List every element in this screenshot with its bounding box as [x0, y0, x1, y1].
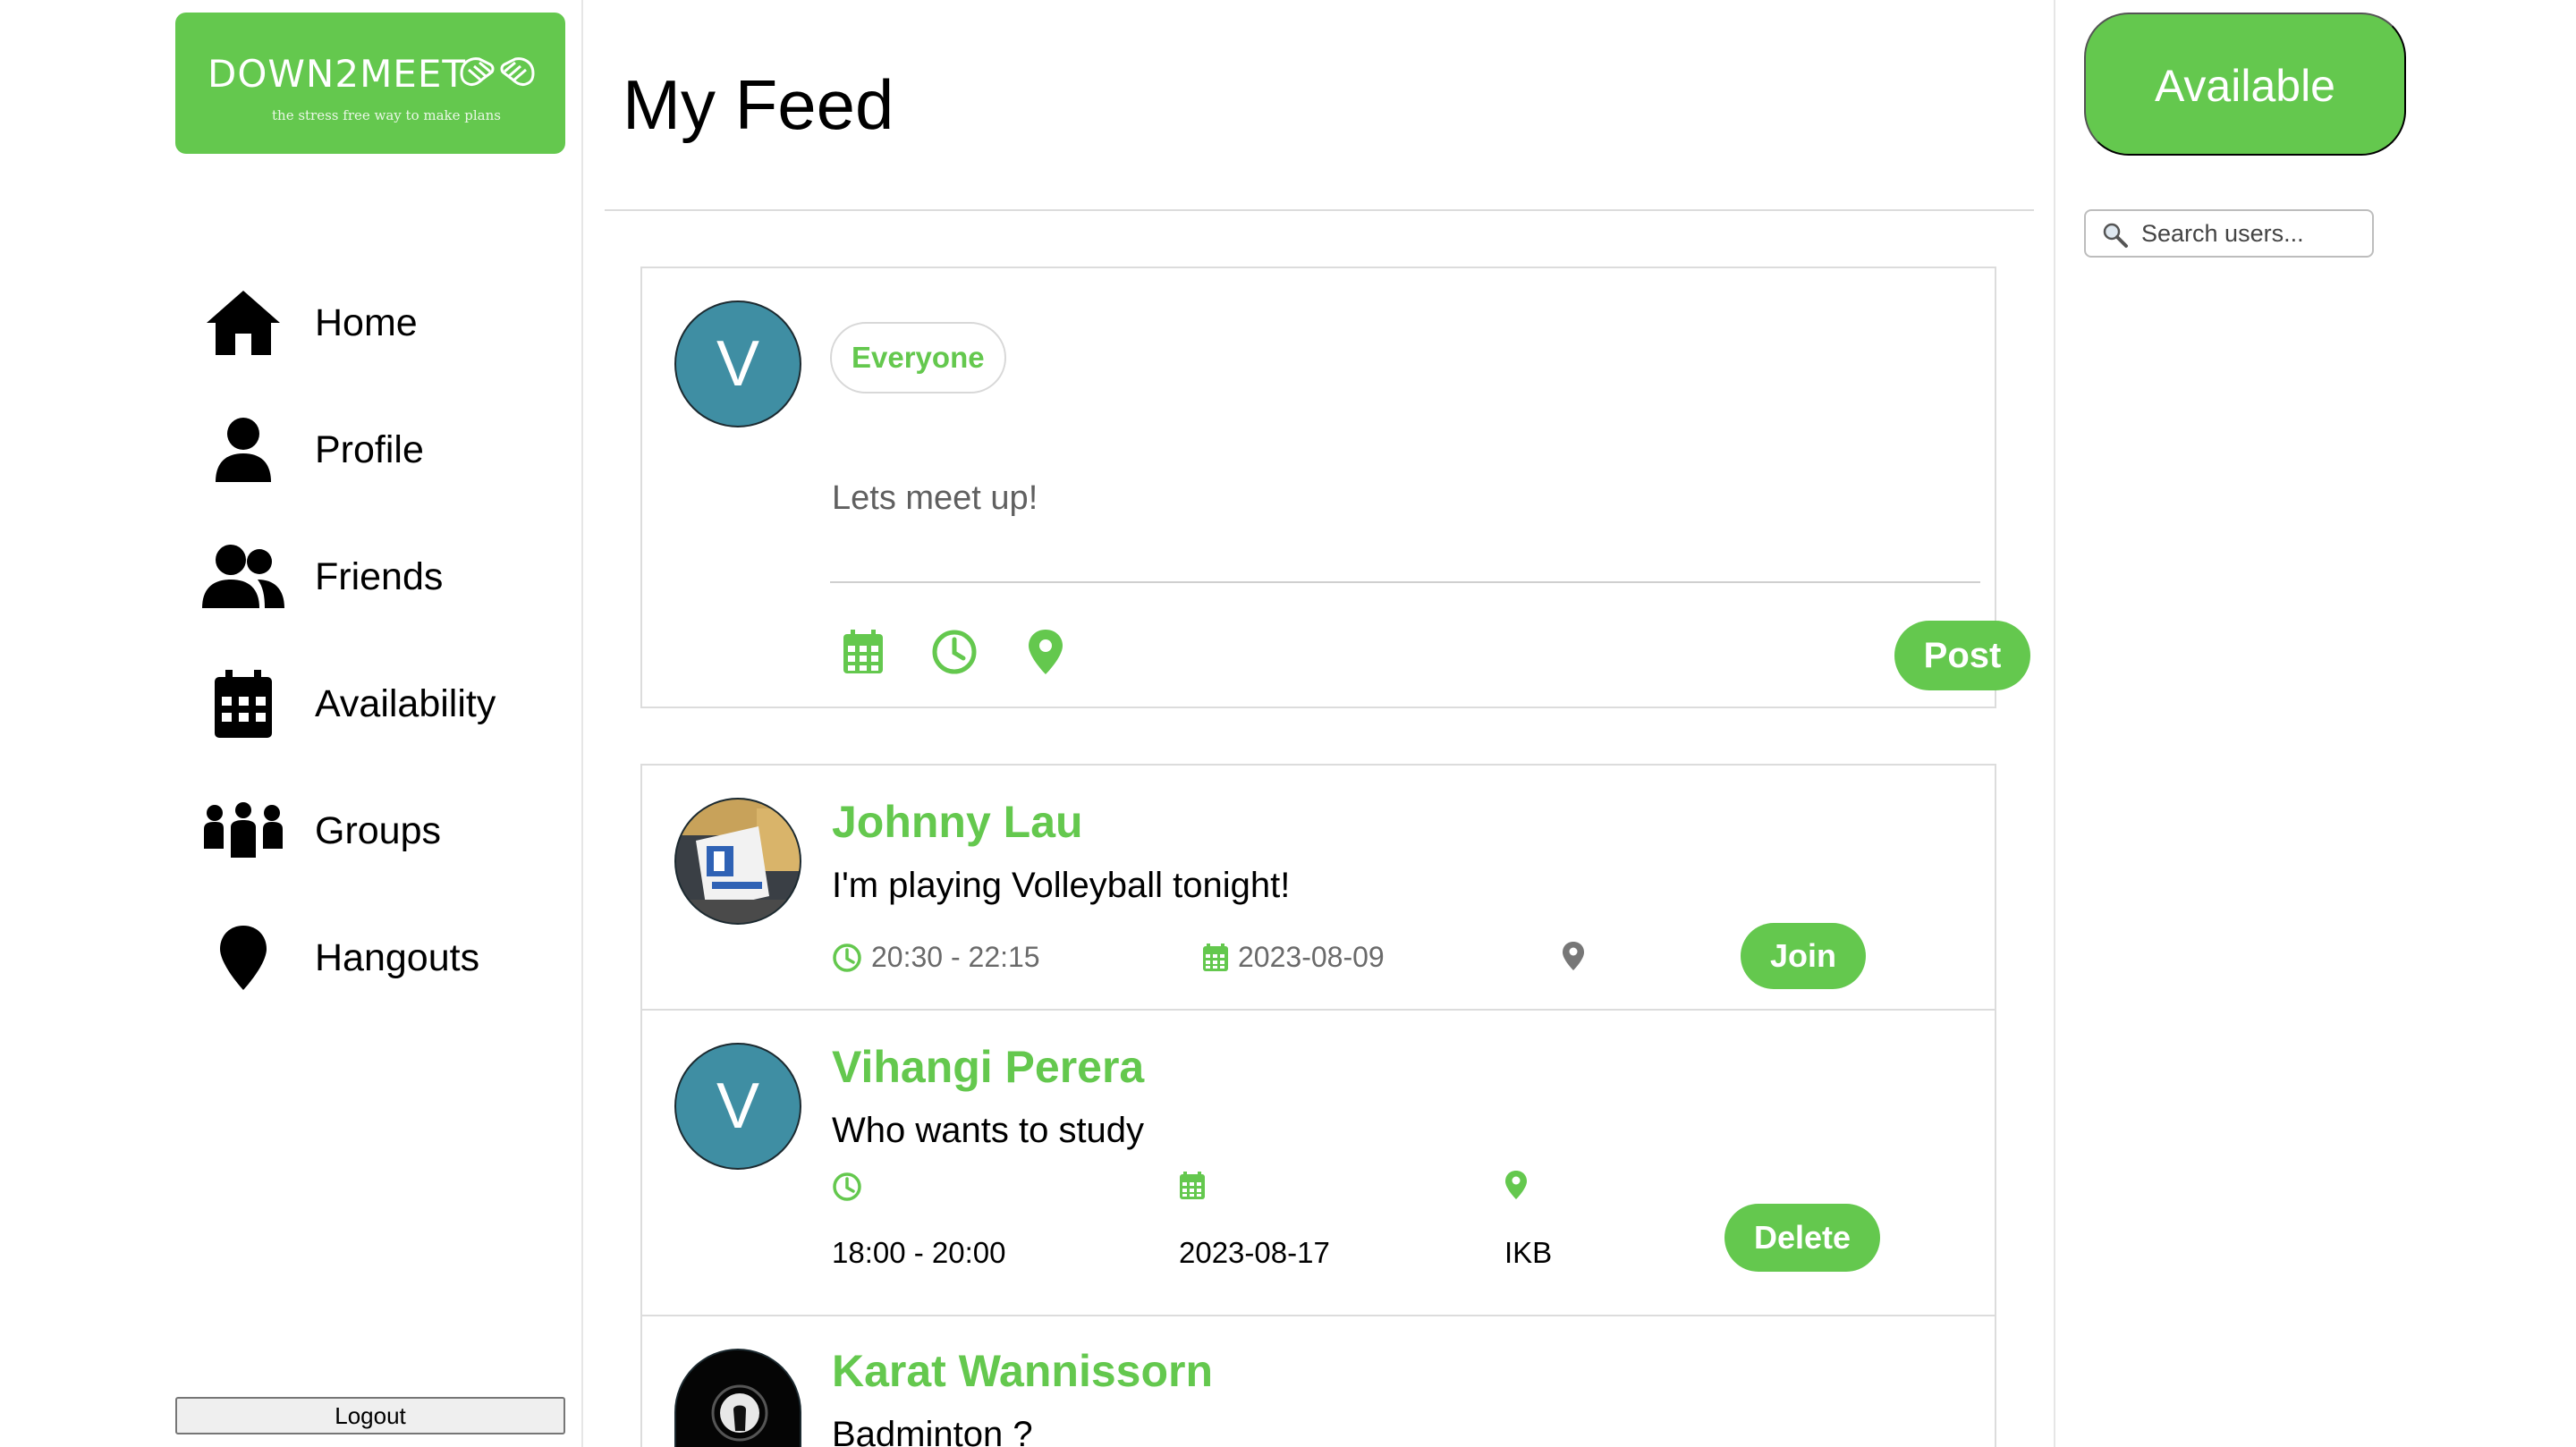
avatar [674, 798, 801, 925]
post-date-value: 2023-08-09 [1238, 941, 1385, 973]
nav-label-hangouts: Hangouts [315, 935, 480, 979]
post-text: I'm playing Volleyball tonight! [832, 866, 1291, 905]
location-pin-icon[interactable] [1020, 626, 1072, 678]
post-card: V Vihangi Perera Who wants to study 18:0… [640, 1009, 1996, 1316]
clock-icon[interactable] [928, 626, 980, 678]
post-card: Johnny Lau I'm playing Volleyball tonigh… [640, 764, 1996, 1011]
post-location [1562, 941, 1594, 971]
nav-item-availability[interactable]: Availability [197, 664, 555, 744]
audience-selector[interactable]: Everyone [830, 322, 1006, 393]
post-composer: V Everyone Post [640, 267, 2030, 708]
join-button[interactable]: Join [1741, 923, 1866, 989]
post-text-input[interactable] [832, 467, 1977, 529]
post-time: 20:30 - 22:15 [832, 941, 1040, 974]
location-pin-icon [1563, 942, 1584, 970]
user-icon [197, 410, 290, 490]
logout-button[interactable]: Logout [175, 1397, 565, 1434]
post-location-value: IKB [1504, 1236, 1553, 1269]
delete-button[interactable]: Delete [1724, 1204, 1880, 1272]
nav-label-availability: Availability [315, 681, 496, 725]
post-time-value: 18:00 - 20:00 [832, 1236, 1006, 1269]
page-title: My Feed [623, 65, 894, 144]
post-author[interactable]: Vihangi Perera [832, 1041, 1144, 1093]
nav-item-friends[interactable]: Friends [197, 537, 555, 617]
avatar: V [674, 300, 801, 427]
nav-item-hangouts[interactable]: Hangouts [197, 918, 555, 998]
brand-name: DOWN2MEET [208, 52, 467, 96]
feed-panel: My Feed V Everyone Post [585, 0, 2052, 1447]
clock-icon [833, 943, 861, 972]
nav-item-home[interactable]: Home [197, 283, 555, 363]
post-date-value: 2023-08-17 [1179, 1236, 1330, 1269]
calendar-icon [1179, 1172, 1206, 1205]
home-icon [197, 283, 290, 363]
nav-label-home: Home [315, 300, 418, 344]
post-time-value: 20:30 - 22:15 [871, 941, 1040, 973]
nav-item-profile[interactable]: Profile [197, 410, 555, 490]
friends-icon [197, 537, 290, 617]
nav-label-friends: Friends [315, 554, 444, 598]
right-panel: Available [2054, 0, 2576, 1447]
nav-label-profile: Profile [315, 427, 424, 471]
brand-logo[interactable]: DOWN2MEET the stress free way to make pl… [175, 13, 565, 154]
groups-icon [197, 791, 290, 871]
post-author[interactable]: Karat Wannissorn [832, 1345, 1213, 1397]
calendar-icon [197, 664, 290, 744]
post-text: Badminton ? [832, 1415, 1033, 1447]
divider [605, 209, 2034, 211]
nav-item-groups[interactable]: Groups [197, 791, 555, 871]
sidebar: DOWN2MEET the stress free way to make pl… [0, 0, 583, 1447]
location-pin-icon [1504, 1170, 1528, 1205]
post-date: 2023-08-09 [1202, 941, 1385, 974]
avatar [674, 1349, 801, 1447]
avatar: V [674, 1043, 801, 1170]
handshake-icon [456, 54, 538, 97]
location-pin-icon [197, 918, 290, 998]
user-search [2084, 209, 2374, 258]
clock-icon [832, 1172, 862, 1206]
composer-tools [837, 626, 1072, 678]
calendar-icon [1203, 943, 1228, 971]
search-icon [2102, 222, 2129, 253]
post-button[interactable]: Post [1894, 621, 2030, 690]
nav-label-groups: Groups [315, 808, 442, 852]
availability-status-button[interactable]: Available [2084, 13, 2406, 156]
post-text: Who wants to study [832, 1111, 1145, 1150]
post-card: Karat Wannissorn Badminton ? [640, 1315, 1996, 1447]
calendar-icon[interactable] [837, 626, 889, 678]
post-author[interactable]: Johnny Lau [832, 796, 1083, 848]
search-users-input[interactable] [2141, 216, 2365, 250]
divider [830, 581, 1980, 583]
brand-tagline: the stress free way to make plans [272, 107, 501, 123]
